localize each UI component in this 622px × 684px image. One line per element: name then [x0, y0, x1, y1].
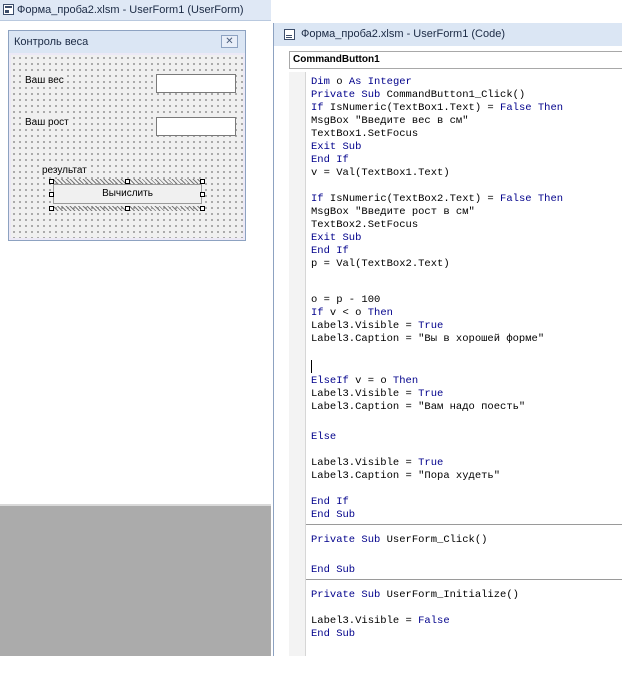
code-line[interactable]: End If	[311, 154, 349, 167]
code-line[interactable]: Label3.Caption = "Пора худеть"	[311, 470, 500, 483]
procedure-separator	[306, 579, 622, 580]
code-line[interactable]: Private Sub UserForm_Initialize()	[311, 589, 519, 602]
code-line[interactable]: If IsNumeric(TextBox1.Text) = False Then	[311, 102, 563, 115]
textbox2-height[interactable]	[156, 117, 236, 136]
code-line[interactable]: v = Val(TextBox1.Text)	[311, 167, 450, 180]
label-result[interactable]: результат	[41, 165, 88, 176]
code-line[interactable]: End If	[311, 245, 349, 258]
resize-handle[interactable]	[125, 206, 130, 211]
code-line[interactable]: ElseIf v = o Then	[311, 375, 418, 388]
code-line[interactable]: MsgBox "Введите вес в см"	[311, 115, 469, 128]
resize-handle[interactable]	[200, 206, 205, 211]
label-weight[interactable]: Ваш вес	[24, 75, 65, 86]
code-line[interactable]: Label3.Visible = True	[311, 388, 443, 401]
code-line[interactable]: Dim o As Integer	[311, 76, 412, 89]
resize-handle[interactable]	[49, 206, 54, 211]
code-line[interactable]: End Sub	[311, 628, 355, 641]
label-height[interactable]: Ваш рост	[24, 117, 70, 128]
code-line[interactable]: Private Sub CommandButton1_Click()	[311, 89, 525, 102]
userform-window-icon	[3, 4, 14, 15]
code-line[interactable]: TextBox1.SetFocus	[311, 128, 418, 141]
code-line[interactable]: o = p - 100	[311, 294, 380, 307]
code-line[interactable]: End If	[311, 496, 349, 509]
code-line[interactable]: p = Val(TextBox2.Text)	[311, 258, 450, 271]
code-editor[interactable]: Dim o As Integer Private Sub CommandButt…	[306, 72, 622, 656]
object-dropdown[interactable]: CommandButton1	[289, 51, 622, 69]
code-line[interactable]: Exit Sub	[311, 232, 361, 245]
resize-handle[interactable]	[200, 192, 205, 197]
code-line[interactable]: Else	[311, 431, 336, 444]
code-margin[interactable]	[289, 72, 306, 656]
designer-title-bar[interactable]: Форма_проба2.xlsm - UserForm1 (UserForm)	[0, 0, 271, 21]
code-line[interactable]: Label3.Visible = True	[311, 320, 443, 333]
resize-handle[interactable]	[200, 179, 205, 184]
userform-title-bar[interactable]: Контроль веса ✕	[9, 31, 245, 53]
textbox1-weight[interactable]	[156, 74, 236, 93]
calculate-button[interactable]: Вычислить	[53, 184, 202, 204]
designer-empty-area	[0, 506, 271, 656]
code-title-bar[interactable]: Форма_проба2.xlsm - UserForm1 (Code)	[274, 23, 622, 46]
code-window: Форма_проба2.xlsm - UserForm1 (Code) Com…	[273, 23, 622, 656]
code-window-title: Форма_проба2.xlsm - UserForm1 (Code)	[301, 28, 505, 40]
userform-body[interactable]: Ваш вес Ваш рост результат Вычислить	[11, 55, 243, 238]
code-line[interactable]: End Sub	[311, 564, 355, 577]
code-line[interactable]: If v < o Then	[311, 307, 393, 320]
code-line[interactable]: End Sub	[311, 509, 355, 522]
procedure-separator	[306, 524, 622, 525]
code-line[interactable]: If IsNumeric(TextBox2.Text) = False Then	[311, 193, 563, 206]
code-line[interactable]: Private Sub UserForm_Click()	[311, 534, 487, 547]
designer-title: Форма_проба2.xlsm - UserForm1 (UserForm)	[17, 4, 244, 16]
close-icon[interactable]: ✕	[221, 35, 238, 48]
code-line[interactable]: Label3.Visible = False	[311, 615, 450, 628]
code-window-icon	[284, 29, 295, 40]
resize-handle[interactable]	[49, 179, 54, 184]
userform[interactable]: Контроль веса ✕ Ваш вес Ваш рост результ…	[8, 30, 246, 241]
code-line[interactable]: Label3.Visible = True	[311, 457, 443, 470]
resize-handle[interactable]	[125, 179, 130, 184]
code-line[interactable]: MsgBox "Введите рост в см"	[311, 206, 475, 219]
code-line[interactable]: Label3.Caption = "Вам надо поесть"	[311, 401, 525, 414]
code-line[interactable]: TextBox2.SetFocus	[311, 219, 418, 232]
userform-designer-window: Форма_проба2.xlsm - UserForm1 (UserForm)…	[0, 0, 271, 656]
userform-title: Контроль веса	[14, 36, 89, 48]
text-cursor	[311, 360, 312, 373]
resize-handle[interactable]	[49, 192, 54, 197]
code-line[interactable]: Exit Sub	[311, 141, 361, 154]
code-line[interactable]: Label3.Caption = "Вы в хорошей форме"	[311, 333, 544, 346]
